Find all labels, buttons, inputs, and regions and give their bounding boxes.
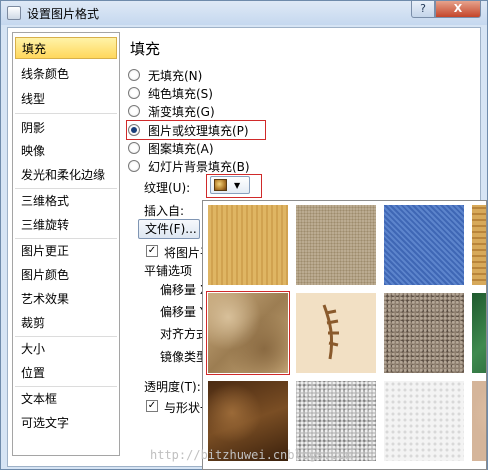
nav-item-position[interactable]: 位置	[15, 362, 117, 384]
nav-divider	[15, 113, 117, 114]
nav-divider	[15, 238, 117, 239]
fish-fossil-icon	[322, 304, 339, 360]
radio-label: 无填充(N)	[148, 68, 203, 83]
nav-item-glow-soft-edges[interactable]: 发光和柔化边缘	[15, 164, 117, 186]
radio-label: 图案填充(A)	[148, 141, 214, 156]
texture-gallery	[202, 200, 487, 470]
nav-divider	[15, 336, 117, 337]
nav-divider	[15, 386, 117, 387]
highlight-box	[206, 174, 262, 198]
texture-bouquet[interactable]	[472, 381, 486, 461]
nav-item-line-style[interactable]: 线型	[15, 88, 117, 110]
texture-papyrus[interactable]	[208, 205, 288, 285]
nav-item-shadow[interactable]: 阴影	[15, 117, 117, 139]
offset-x-label: 偏移量 X	[160, 283, 209, 297]
insert-from-label: 插入自:	[144, 204, 185, 218]
radio-gradient-fill[interactable]: 渐变填充(G)	[128, 102, 215, 120]
texture-denim[interactable]	[384, 205, 464, 285]
alignment-label: 对齐方式	[160, 327, 209, 341]
app-icon	[7, 6, 21, 20]
panel-heading: 填充	[130, 40, 161, 58]
close-button[interactable]: X	[435, 1, 481, 18]
texture-green-marble[interactable]	[472, 293, 486, 373]
texture-woven-mat[interactable]	[472, 205, 486, 285]
radio-pattern-fill[interactable]: 图案填充(A)	[128, 139, 214, 157]
highlight-box	[126, 120, 266, 140]
watermark-text: http://bitzhuwei.cnblogs.com	[150, 448, 353, 462]
radio-button[interactable]	[128, 87, 140, 99]
nav-item-line-color[interactable]: 线条颜色	[15, 63, 117, 85]
texture-sand[interactable]	[384, 293, 464, 373]
nav-item-text-box[interactable]: 文本框	[15, 388, 117, 410]
nav-item-3d-rotation[interactable]: 三维旋转	[15, 214, 117, 236]
texture-canvas[interactable]	[296, 205, 376, 285]
title-bar: 设置图片格式 ? X	[1, 1, 487, 25]
tile-checkbox[interactable]: ✓	[146, 245, 158, 257]
nav-item-picture-corrections[interactable]: 图片更正	[15, 240, 117, 262]
nav-item-size[interactable]: 大小	[15, 338, 117, 360]
dialog-title: 设置图片格式	[27, 7, 100, 21]
texture-label: 纹理(U):	[144, 181, 191, 195]
category-list: 填充 线条颜色 线型 阴影 映像 发光和柔化边缘 三维格式 三维旋转 图片更正 …	[12, 32, 120, 456]
radio-button[interactable]	[128, 142, 140, 154]
radio-label: 渐变填充(G)	[148, 104, 215, 119]
rotate-with-shape-checkbox[interactable]: ✓	[146, 400, 158, 412]
radio-button[interactable]	[128, 160, 140, 172]
transparency-label: 透明度(T):	[144, 380, 201, 394]
help-button[interactable]: ?	[411, 1, 435, 18]
nav-item-picture-color[interactable]: 图片颜色	[15, 264, 117, 286]
nav-item-reflection[interactable]: 映像	[15, 140, 117, 162]
tile-options-label: 平铺选项	[144, 264, 193, 278]
nav-divider	[15, 188, 117, 189]
nav-item-alt-text[interactable]: 可选文字	[15, 412, 117, 434]
file-button[interactable]: 文件(F)...	[138, 219, 200, 239]
radio-solid-fill[interactable]: 纯色填充(S)	[128, 84, 213, 102]
radio-slide-background-fill[interactable]: 幻灯片背景填充(B)	[128, 157, 250, 175]
radio-label: 纯色填充(S)	[148, 86, 213, 101]
radio-label: 幻灯片背景填充(B)	[148, 159, 250, 174]
radio-no-fill[interactable]: 无填充(N)	[128, 66, 202, 84]
mirror-type-label: 镜像类型	[160, 350, 209, 364]
texture-crumpled-paper[interactable]	[206, 291, 290, 375]
nav-item-3d-format[interactable]: 三维格式	[15, 190, 117, 212]
texture-fish-fossil[interactable]	[296, 293, 376, 373]
nav-item-artistic-effects[interactable]: 艺术效果	[15, 288, 117, 310]
radio-button[interactable]	[128, 105, 140, 117]
offset-y-label: 偏移量 Y	[160, 305, 208, 319]
texture-white-marble[interactable]	[384, 381, 464, 461]
radio-button[interactable]	[128, 69, 140, 81]
nav-item-crop[interactable]: 裁剪	[15, 312, 117, 334]
nav-item-fill[interactable]: 填充	[15, 37, 117, 59]
